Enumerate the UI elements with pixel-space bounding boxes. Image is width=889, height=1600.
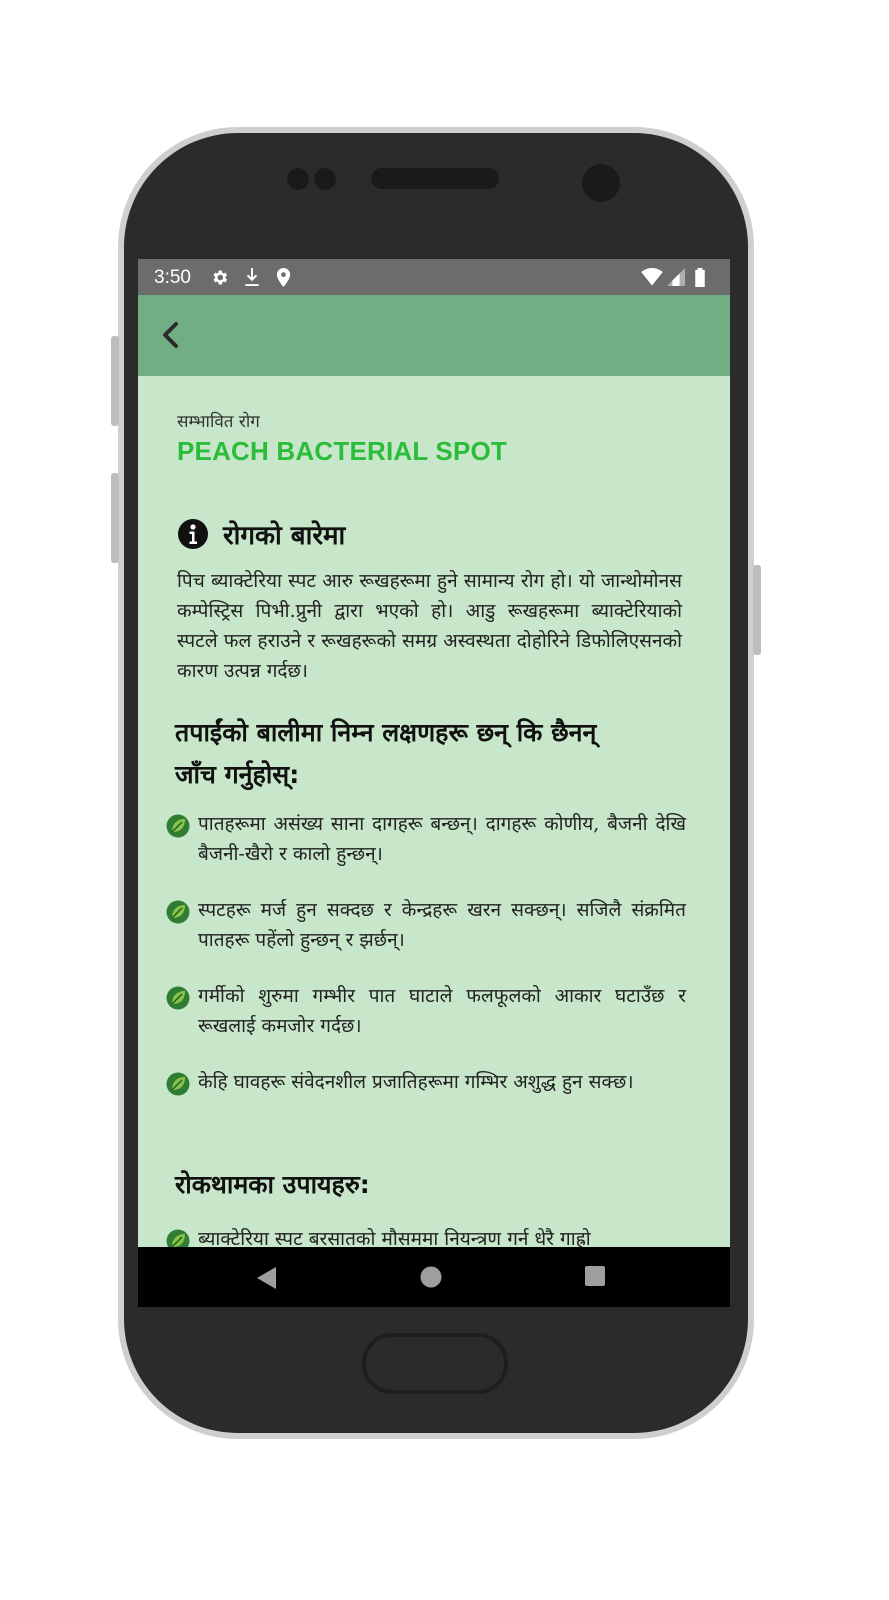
back-button[interactable] [152,315,192,355]
gear-icon [213,270,228,285]
volume-up-button [111,336,119,426]
info-icon [178,519,208,549]
download-icon [245,268,259,287]
status-time: 3:50 [154,267,191,288]
possible-disease-label: सम्भावित रोग [177,412,260,432]
recents-square-icon[interactable] [584,1265,606,1287]
power-button [753,565,761,655]
disease-detail-content[interactable]: सम्भावित रोग PEACH BACTERIAL SPOT रोगको … [138,376,730,1247]
symptom-text: स्पटहरू मर्ज हुन सक्दछ र केन्द्रहरू खरन … [198,899,686,951]
list-item: स्पटहरू मर्ज हुन सक्दछ र केन्द्रहरू खरन … [166,895,686,955]
back-triangle-icon[interactable] [254,1265,278,1291]
chevron-left-icon [163,322,178,348]
app-bar [138,295,730,376]
home-circle-icon[interactable] [419,1265,443,1289]
hardware-home-button [362,1333,508,1394]
sensor-dot [314,168,336,190]
list-item: केहि घावहरू संवेदनशील प्रजातिहरूमा गम्भि… [166,1067,686,1097]
prevention-title: रोकथामका उपायहरु: [175,1170,370,1199]
navigation-bar [138,1247,730,1307]
symptom-text: पातहरूमा असंख्य साना दागहरू बन्छन्। दागह… [198,813,686,865]
earpiece-speaker [371,168,499,189]
symptom-text: गर्मीको शुरुमा गम्भीर पात घाटाले फलफूलको… [198,985,686,1037]
battery-icon [695,268,705,287]
leaf-bullet-icon [166,1229,190,1247]
about-title: रोगको बारेमा [223,521,346,551]
wifi-icon [641,268,663,286]
sensor-dot [287,168,309,190]
leaf-bullet-icon [166,900,190,924]
screen: 3:50 सम्भावित रोग PEACH BACTERIAL SPOT र… [138,259,730,1307]
location-pin-icon [276,268,291,287]
about-text: पिच ब्याक्टेरिया स्पट आरु रूखहरूमा हुने … [177,570,682,682]
signal-icon [667,268,685,286]
prevention-text: ब्याक्टेरिया स्पट बरसातको मौसममा नियन्त्… [198,1228,591,1247]
symptoms-title: तपाईंको बालीमा निम्न लक्षणहरू छन् कि छैन… [175,718,597,789]
front-camera [582,164,620,202]
symptoms-list: पातहरूमा असंख्य साना दागहरू बन्छन्। दागह… [166,809,686,1123]
leaf-bullet-icon [166,986,190,1010]
disease-name: PEACH BACTERIAL SPOT [177,436,507,466]
prevention-list: ब्याक्टेरिया स्पट बरसातको मौसममा नियन्त्… [166,1224,686,1247]
leaf-bullet-icon [166,814,190,838]
list-item: गर्मीको शुरुमा गम्भीर पात घाटाले फलफूलको… [166,981,686,1041]
list-item: ब्याक्टेरिया स्पट बरसातको मौसममा नियन्त्… [166,1224,686,1247]
status-bar: 3:50 [138,259,730,295]
list-item: पातहरूमा असंख्य साना दागहरू बन्छन्। दागह… [166,809,686,869]
volume-down-button [111,473,119,563]
leaf-bullet-icon [166,1072,190,1096]
symptom-text: केहि घावहरू संवेदनशील प्रजातिहरूमा गम्भि… [198,1071,634,1093]
about-section-header: रोगको बारेमा [177,514,345,554]
